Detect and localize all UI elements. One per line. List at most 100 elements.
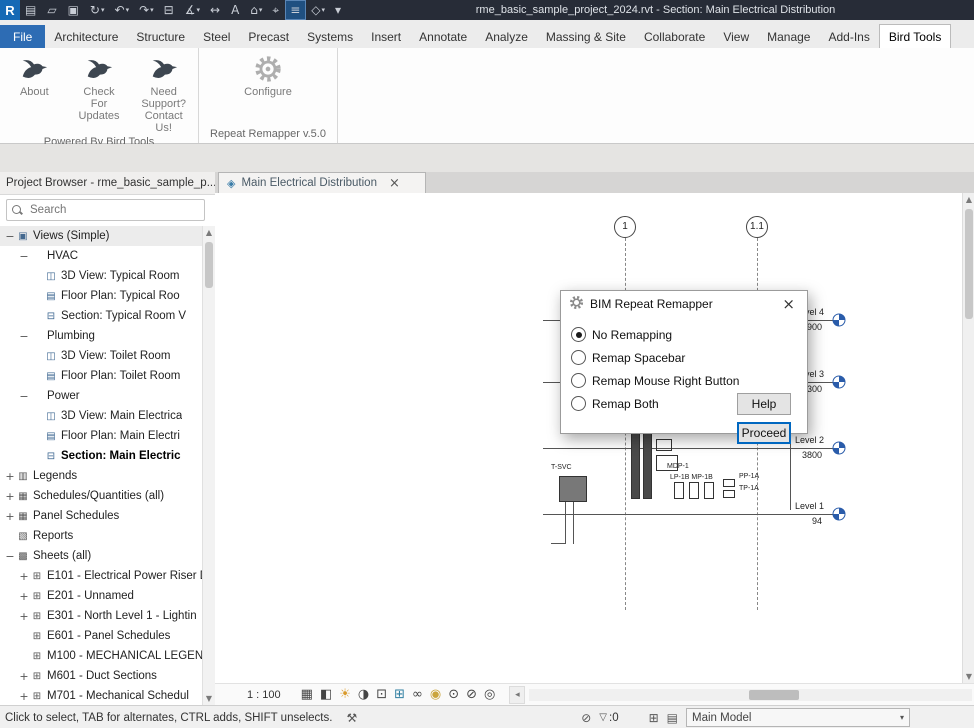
dialog-close-icon[interactable]: × (778, 295, 799, 313)
tree-expander[interactable]: + (18, 590, 30, 603)
tag-icon[interactable]: ◇▾ (307, 1, 329, 19)
canvas-horizontal-scrollbar[interactable] (529, 689, 972, 701)
tree-expander[interactable]: − (4, 230, 16, 243)
proceed-button[interactable]: Proceed (737, 422, 791, 444)
tree-item[interactable]: ▧ Reports (0, 526, 203, 546)
scroll-up-icon[interactable]: ▲ (963, 193, 974, 206)
tree-expander[interactable]: − (18, 250, 30, 263)
tab-annotate[interactable]: Annotate (410, 25, 476, 48)
save-icon[interactable]: ▣ (64, 1, 84, 19)
tree-expander[interactable]: − (18, 330, 30, 343)
view-tab-main-electrical-distribution[interactable]: ◈ Main Electrical Distribution × (218, 172, 426, 193)
scale-button[interactable]: 1 : 100 (241, 688, 287, 702)
open-icon[interactable]: ▱ (43, 1, 61, 19)
tree-expander[interactable]: + (4, 470, 16, 483)
tab-systems[interactable]: Systems (298, 25, 362, 48)
tree-item[interactable]: + ⊞ M701 - Mechanical Schedul (0, 686, 203, 705)
tree-item[interactable]: ▤ Floor Plan: Typical Roo (0, 286, 203, 306)
tab-add-ins[interactable]: Add-Ins (819, 25, 878, 48)
tree-item[interactable]: ⊞ E601 - Panel Schedules (0, 626, 203, 646)
tab-architecture[interactable]: Architecture (45, 25, 127, 48)
scrollbar-thumb[interactable] (749, 690, 799, 700)
tree-expander[interactable]: + (18, 570, 30, 583)
sync-icon[interactable]: ↻▾ (86, 1, 109, 19)
tree-item[interactable]: + ⊞ E101 - Electrical Power Riser D (0, 566, 203, 586)
tree-item[interactable]: + ▦ Panel Schedules (0, 506, 203, 526)
detail-level-icon[interactable]: ▦ (301, 685, 313, 705)
tab-precast[interactable]: Precast (239, 25, 298, 48)
tree-item[interactable]: + ▦ Schedules/Quantities (all) (0, 486, 203, 506)
design-options-icon[interactable]: ▤ (667, 711, 678, 725)
tab-view[interactable]: View (714, 25, 758, 48)
scrollbar-thumb[interactable] (965, 209, 973, 319)
aligned-dimension-icon[interactable]: ↔ (206, 1, 225, 19)
tree-item[interactable]: ▤ Floor Plan: Main Electri (0, 426, 203, 446)
dialog-title-bar[interactable]: BIM Repeat Remapper × (561, 291, 807, 317)
canvas-vertical-scrollbar[interactable]: ▲ ▼ (962, 193, 974, 683)
temporary-hide-isolate-icon[interactable]: ∞ (412, 685, 423, 705)
equipment-element[interactable] (723, 479, 735, 487)
tree-expander[interactable]: + (4, 510, 16, 523)
browser-scrollbar[interactable]: ▲ ▼ (202, 226, 215, 705)
crop-view-icon[interactable]: ⊡ (376, 685, 387, 705)
exclude-options-icon[interactable]: ⊘ (581, 711, 591, 725)
tree-expander[interactable]: + (18, 690, 30, 703)
scroll-down-icon[interactable]: ▼ (203, 692, 215, 705)
equipment-element[interactable] (704, 482, 714, 499)
tree-item[interactable]: ⊟ Section: Main Electric (0, 446, 203, 466)
scroll-up-icon[interactable]: ▲ (203, 226, 215, 239)
equipment-element[interactable] (643, 429, 652, 499)
tree-item[interactable]: − ▣ Views (Simple) (0, 226, 203, 246)
undo-icon[interactable]: ↶▾ (111, 1, 134, 19)
tab-manage[interactable]: Manage (758, 25, 819, 48)
tree-item[interactable]: − ▩ Sheets (all) (0, 546, 203, 566)
tree-item[interactable]: ◫ 3D View: Toilet Room (0, 346, 203, 366)
tab-collaborate[interactable]: Collaborate (635, 25, 714, 48)
tree-item[interactable]: ⊟ Section: Typical Room V (0, 306, 203, 326)
equipment-element[interactable] (656, 439, 672, 451)
equipment-element[interactable] (631, 429, 640, 499)
help-button[interactable]: Help (737, 393, 791, 415)
need-support-button[interactable]: Need Support? Contact Us! (135, 52, 192, 134)
file-menu-icon[interactable]: ▤ (21, 1, 41, 19)
remap-option[interactable]: Remap Spacebar (571, 346, 797, 369)
customize-qat-icon[interactable]: ▾ (331, 1, 346, 19)
tab-file[interactable]: File (0, 25, 45, 48)
tree-item[interactable]: + ▥ Legends (0, 466, 203, 486)
equipment-element[interactable] (559, 476, 587, 502)
tab-analyze[interactable]: Analyze (476, 25, 537, 48)
search-box[interactable] (6, 199, 205, 221)
radio-remap-both[interactable] (571, 396, 586, 411)
selection-filter[interactable]: ▽ :0 (599, 712, 618, 724)
check-for-updates-button[interactable]: Check For Updates (71, 52, 128, 122)
sun-path-icon[interactable]: ☀ (339, 685, 351, 705)
worksharing-display-icon[interactable]: ◎ (484, 685, 495, 705)
tree-expander[interactable]: − (18, 390, 30, 403)
tab-massing-site[interactable]: Massing & Site (537, 25, 635, 48)
reveal-constraints-icon[interactable]: ⊘ (466, 685, 477, 705)
print-icon[interactable]: ⊟ (160, 1, 179, 19)
default-3d-view-icon[interactable]: ⌂▾ (246, 1, 266, 19)
tree-item[interactable]: ◫ 3D View: Main Electrica (0, 406, 203, 426)
tree-item[interactable]: − Plumbing (0, 326, 203, 346)
tree-item[interactable]: − Power (0, 386, 203, 406)
shadows-icon[interactable]: ◑ (358, 685, 369, 705)
tree-item[interactable]: ◫ 3D View: Typical Room (0, 266, 203, 286)
visual-style-icon[interactable]: ◧ (320, 685, 332, 705)
configure-button[interactable]: Configure (236, 52, 300, 98)
worksets-status-icon[interactable]: ⚒ (346, 711, 357, 725)
revit-logo[interactable]: R (0, 0, 20, 20)
equipment-element[interactable] (723, 490, 735, 498)
temporary-view-properties-icon[interactable]: ⊙ (448, 685, 459, 705)
tree-item[interactable]: + ⊞ E201 - Unnamed (0, 586, 203, 606)
tree-expander[interactable]: + (18, 670, 30, 683)
drawing-canvas[interactable]: 1 1.1 Level 4 9900 (215, 193, 962, 683)
scroll-down-icon[interactable]: ▼ (963, 670, 974, 683)
equipment-element[interactable] (674, 482, 684, 499)
tree-item[interactable]: + ⊞ M601 - Duct Sections (0, 666, 203, 686)
radio-remap-mouse-right[interactable] (571, 373, 586, 388)
tree-item[interactable]: ⊞ M100 - MECHANICAL LEGEND (0, 646, 203, 666)
search-input[interactable] (28, 203, 200, 217)
about-button[interactable]: About (6, 52, 63, 98)
active-design-option-select[interactable]: Main Model ▾ (686, 708, 910, 727)
